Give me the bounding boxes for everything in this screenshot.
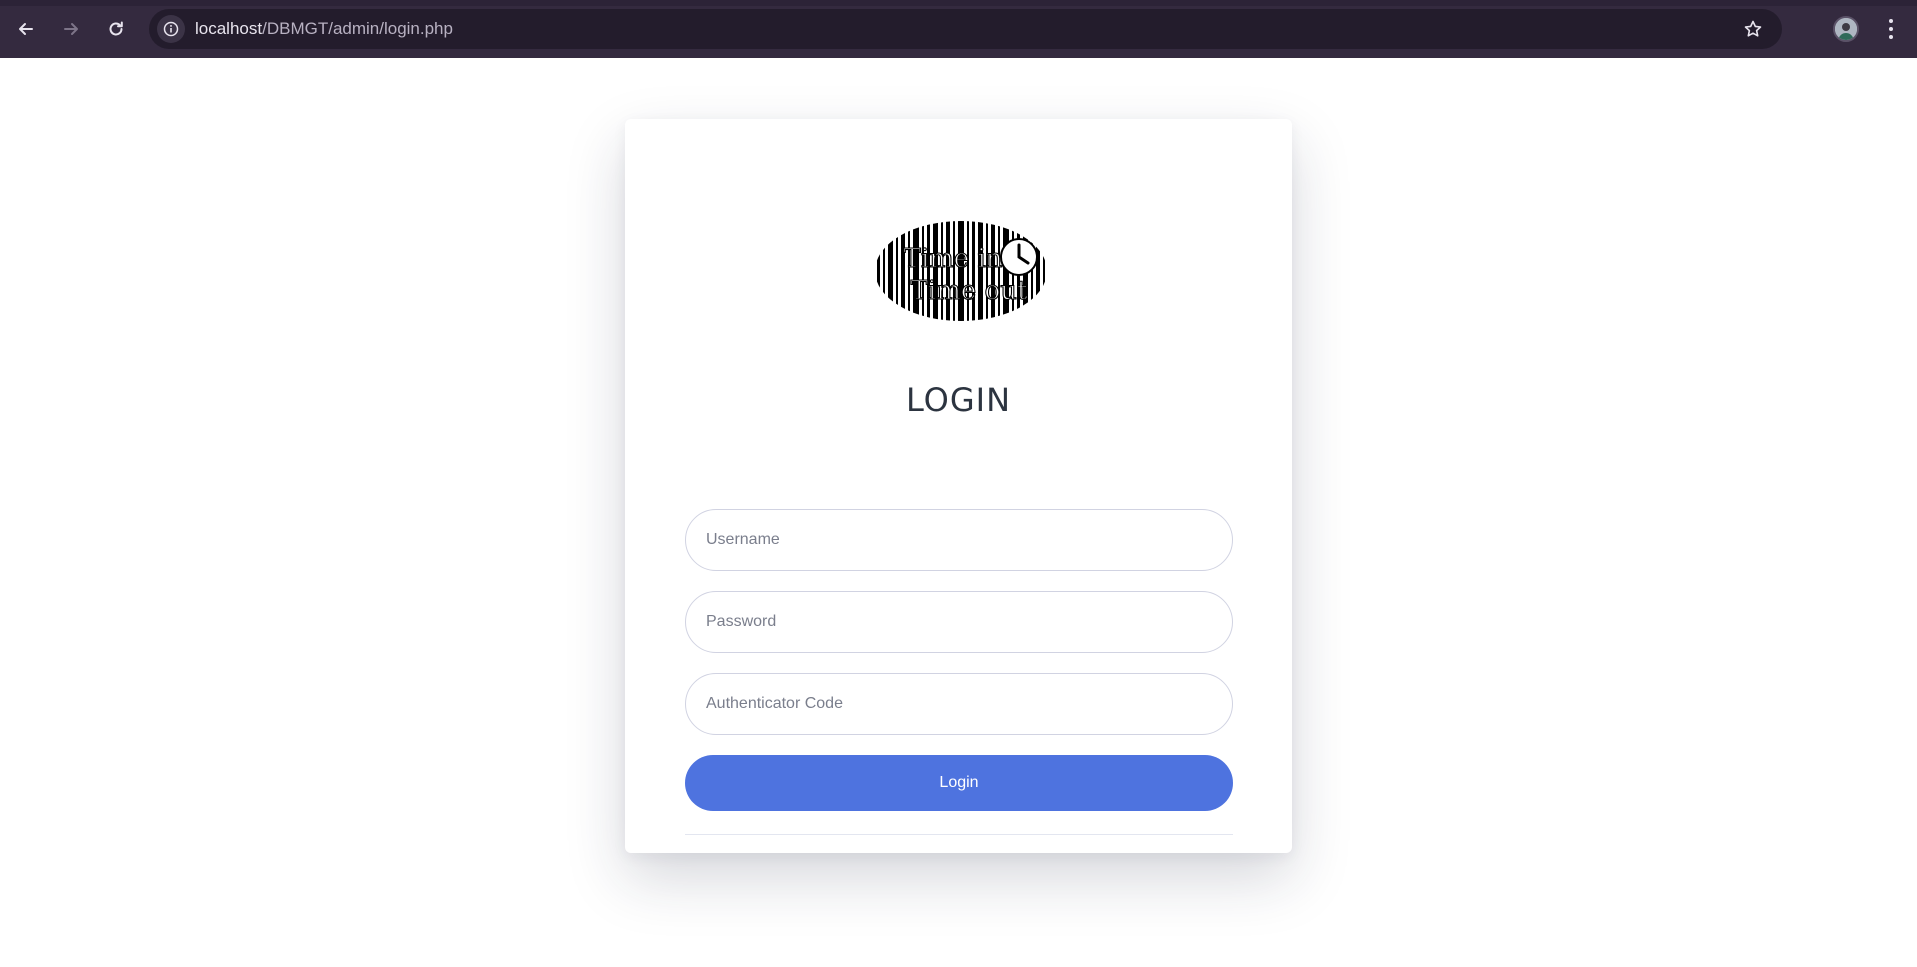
bookmark-button[interactable] [1742,18,1764,40]
page-body: Time in Time out LOGIN Login [0,58,1917,967]
username-input[interactable] [685,509,1233,571]
avatar-icon [1835,18,1857,40]
url-path: /DBMGT/admin/login.php [262,19,453,38]
logo-text-line2: Time out [911,276,1028,306]
login-button[interactable]: Login [685,755,1233,811]
tab-strip-edge [0,0,1917,6]
forward-arrow-icon [64,23,78,35]
form-divider [685,834,1233,835]
star-icon [1744,20,1762,37]
kebab-dot [1889,19,1893,23]
profile-avatar[interactable] [1833,16,1859,42]
back-button[interactable] [9,12,43,46]
url-host: localhost [195,19,263,38]
authenticator-code-input[interactable] [685,673,1233,735]
browser-toolbar: localhost/DBMGT/admin/login.php [0,0,1917,58]
kebab-dot [1889,35,1893,39]
info-icon [163,21,179,37]
login-card: Time in Time out LOGIN Login [625,119,1292,853]
reload-icon [109,21,123,36]
reload-button[interactable] [99,12,133,46]
address-bar[interactable]: localhost/DBMGT/admin/login.php [149,9,1782,49]
site-info-button[interactable] [157,15,185,43]
kebab-dot [1889,27,1893,31]
company-logo: Time in Time out [877,221,1045,321]
back-arrow-icon [19,23,33,35]
password-input[interactable] [685,591,1233,653]
page-title: LOGIN [905,381,1012,419]
logo-text-line1: Time in [903,244,1002,274]
url-text[interactable]: localhost/DBMGT/admin/login.php [195,9,453,49]
forward-button[interactable] [54,12,88,46]
browser-menu-button[interactable] [1879,14,1903,44]
